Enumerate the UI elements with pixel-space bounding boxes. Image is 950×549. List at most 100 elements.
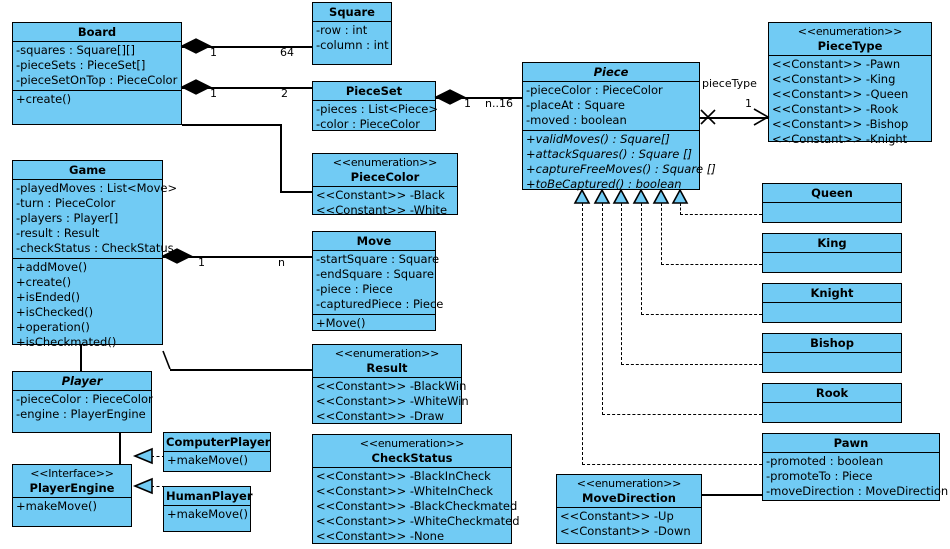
class-box-knight[interactable]: Knight [762, 283, 902, 323]
line-board-piececolor-c [280, 191, 312, 193]
gen-leg-pawn-v [582, 203, 583, 465]
class-methods-playerengine: +makeMove() [13, 498, 131, 516]
label-piece-piecetype-dst: 1 [745, 97, 752, 110]
class-title-pawn: Pawn [763, 434, 939, 453]
attr: -turn : PieceColor [16, 196, 116, 210]
class-box-piece[interactable]: Piece -pieceColor : PieceColor -placeAt … [522, 62, 716, 191]
label-pieceset-piece-dst: n..16 [485, 97, 513, 110]
attr: -column : int [316, 38, 389, 52]
method: +create() [16, 92, 72, 106]
attr: -startSquare : Square [316, 252, 440, 266]
class-box-computerplayer[interactable]: ComputerPlayer +makeMove() [163, 432, 271, 472]
attr: -squares : Square[][] [16, 43, 135, 57]
class-methods-game: +addMove() +create() +isEnded() +isCheck… [13, 259, 162, 352]
attr: -color : PieceColor [316, 117, 421, 131]
class-title-game: Game [13, 161, 162, 180]
class-box-result[interactable]: <<enumeration>> Result <<Constant>> -Bla… [312, 344, 469, 426]
class-title-move: Move [313, 232, 435, 251]
attr: -endSquare : Square [316, 267, 434, 281]
attr: -engine : PlayerEngine [16, 407, 146, 421]
class-title-pieceset: PieceSet [313, 82, 435, 101]
class-box-piececolor[interactable]: <<enumeration>> PieceColor <<Constant>> … [312, 153, 458, 217]
constant: <<Constant>> -Up [560, 509, 674, 523]
stereotype-enumeration: <<enumeration>> [334, 347, 440, 360]
method: +validMoves() : Square[] [526, 132, 670, 146]
class-box-board[interactable]: Board -squares : Square[][] -pieceSets :… [12, 22, 182, 125]
constant: <<Constant>> -BlackInCheck [316, 469, 491, 483]
attr: -pieceSets : PieceSet[] [16, 58, 146, 72]
method: +isCheckmated() [16, 335, 117, 349]
class-name-piececolor: PieceColor [350, 170, 420, 184]
class-box-rook[interactable]: Rook [762, 383, 902, 423]
class-box-square[interactable]: Square -row : int -column : int [312, 2, 392, 65]
attr: -result : Result [16, 226, 100, 240]
class-constants-checkstatus: <<Constant>> -BlackInCheck <<Constant>> … [313, 468, 520, 546]
class-title-movedirection: <<enumeration>> MoveDirection [557, 475, 701, 508]
class-name-playerengine: PlayerEngine [29, 481, 115, 495]
constant: <<Constant>> -Knight [772, 132, 908, 146]
gen-leg-rook-h [602, 414, 762, 415]
uml-class-diagram: 1 64 1 2 1 n..16 1 n pieceType 1 Board -… [0, 0, 950, 549]
label-piecetype-role: pieceType [702, 77, 757, 90]
attr: -row : int [316, 23, 368, 37]
class-title-piece: Piece [523, 63, 699, 82]
class-box-movedirection[interactable]: <<enumeration>> MoveDirection <<Constant… [556, 474, 702, 544]
method: +makeMove() [167, 453, 249, 467]
method: +makeMove() [16, 499, 98, 513]
attr: -placeAt : Square [526, 98, 625, 112]
gen-leg-rook-v [602, 203, 603, 415]
class-title-king: King [763, 234, 901, 253]
stereotype-enumeration: <<enumeration>> [576, 477, 682, 490]
class-methods-piece: +validMoves() : Square[] +attackSquares(… [523, 131, 716, 194]
class-box-pawn[interactable]: Pawn -promoted : boolean -promoteTo : Pi… [762, 433, 948, 501]
gen-leg-queen-h [680, 214, 762, 215]
class-title-humanplayer: HumanPlayer [164, 487, 253, 506]
attr: -piece : Piece [316, 282, 393, 296]
line-player-playerengine [119, 432, 121, 464]
line-piece-piecetype [700, 117, 768, 119]
class-title-square: Square [313, 3, 391, 22]
label-game-move-src: 1 [198, 256, 205, 269]
class-title-queen: Queen [763, 184, 901, 203]
class-box-player[interactable]: Player -pieceColor : PieceColor -engine … [12, 371, 153, 433]
gen-leg-bishop-v [621, 203, 622, 365]
class-body-knight [763, 303, 901, 324]
method: +isChecked() [16, 305, 94, 319]
constant: <<Constant>> -WhiteWin [316, 394, 469, 408]
gen-leg-pawn-h [582, 464, 762, 465]
label-pieceset-piece-src: 1 [464, 97, 471, 110]
class-title-rook: Rook [763, 384, 901, 403]
constant: <<Constant>> -Draw [316, 409, 445, 423]
class-box-humanplayer[interactable]: HumanPlayer +makeMove() [163, 486, 253, 532]
class-box-piecetype[interactable]: <<enumeration>> PieceType <<Constant>> -… [768, 22, 932, 146]
line-game-result [170, 369, 312, 371]
class-box-checkstatus[interactable]: <<enumeration>> CheckStatus <<Constant>>… [312, 434, 520, 546]
method: +isEnded() [16, 290, 81, 304]
class-box-game[interactable]: Game -playedMoves : List<Move> -turn : P… [12, 160, 177, 349]
class-box-queen[interactable]: Queen [762, 183, 902, 223]
constant: <<Constant>> -None [316, 529, 445, 543]
constant: <<Constant>> -Black [316, 188, 445, 202]
class-attributes-square: -row : int -column : int [313, 22, 391, 55]
class-title-player: Player [13, 372, 151, 391]
class-box-move[interactable]: Move -startSquare : Square -endSquare : … [312, 231, 443, 333]
constant: <<Constant>> -White [316, 203, 448, 217]
attr: -players : Player[] [16, 211, 119, 225]
class-box-pieceset[interactable]: PieceSet -pieces : List<Piece> -color : … [312, 81, 438, 131]
class-box-playerengine[interactable]: <<Interface>> PlayerEngine +makeMove() [12, 464, 132, 527]
class-name-checkstatus: CheckStatus [371, 451, 453, 465]
method: +captureFreeMoves() : Square [] [526, 162, 716, 176]
class-attributes-board: -squares : Square[][] -pieceSets : Piece… [13, 42, 181, 91]
class-constants-result: <<Constant>> -BlackWin <<Constant>> -Whi… [313, 378, 469, 426]
label-board-square-dst: 64 [280, 46, 294, 59]
class-title-checkstatus: <<enumeration>> CheckStatus [313, 435, 511, 468]
gen-leg-knight-v [641, 203, 642, 315]
attr: -pieceSetOnTop : PieceColor [16, 73, 178, 87]
class-box-bishop[interactable]: Bishop [762, 333, 902, 373]
class-methods-move: +Move() [313, 315, 435, 333]
class-box-king[interactable]: King [762, 233, 902, 273]
class-attributes-game: -playedMoves : List<Move> -turn : PieceC… [13, 180, 177, 259]
constant: <<Constant>> -King [772, 72, 896, 86]
label-board-pieceset-dst: 2 [281, 87, 288, 100]
stereotype-enumeration: <<enumeration>> [359, 437, 465, 450]
